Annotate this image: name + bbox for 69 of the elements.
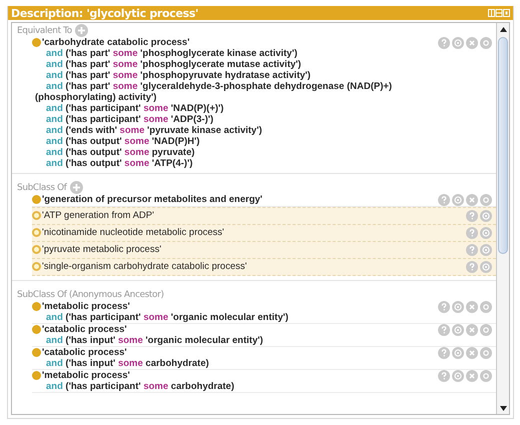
help-icon[interactable] [466, 244, 478, 256]
circle-icon[interactable] [480, 347, 492, 359]
help-icon[interactable] [438, 370, 450, 382]
expression-line: and ('ends with' some 'pyruvate kinase activity') [45, 125, 264, 136]
help-icon[interactable] [438, 301, 450, 313]
circle-icon[interactable] [480, 194, 492, 206]
section-heading: SubClass Of (Anonymous Ancestor) [17, 290, 164, 300]
edit-icon[interactable] [452, 301, 464, 313]
edit-icon[interactable] [480, 261, 492, 273]
scrollbar[interactable] [496, 23, 509, 414]
class-expression: 'catabolic process' [42, 324, 127, 335]
help-icon[interactable] [438, 37, 450, 49]
close-icon[interactable] [466, 347, 478, 359]
circle-icon[interactable] [480, 301, 492, 313]
help-icon[interactable] [466, 261, 478, 273]
expression-line: and ('has output' some pyruvate) [45, 147, 196, 158]
circle-icon[interactable] [480, 370, 492, 382]
expression-line: and ('has part' some 'phosphoglycerate kinase activity') [45, 48, 298, 59]
expression-line: and ('has output' some 'ATP(4-)') [45, 158, 194, 169]
expression-line: and ('has participant' some carbohydrate) [45, 381, 236, 392]
section-heading: Equivalent To [17, 26, 72, 36]
window-controls-icon[interactable] [488, 9, 510, 17]
class-expression: 'metabolic process' [42, 370, 130, 381]
class-expression: 'metabolic process' [42, 301, 130, 312]
help-icon[interactable] [438, 324, 450, 336]
expression-line: and ('has part' some 'glyceraldehyde-3-phosphate dehydrogenase (NAD(P)+) (phosphorylating) activity') [35, 81, 393, 103]
edit-icon[interactable] [452, 194, 464, 206]
help-icon[interactable] [438, 194, 450, 206]
add-icon[interactable] [74, 24, 88, 37]
edit-icon[interactable] [452, 347, 464, 359]
add-icon[interactable] [70, 181, 83, 194]
class-expression: 'ATP generation from ADP' [42, 210, 154, 221]
close-icon[interactable] [466, 324, 478, 336]
help-icon[interactable] [466, 210, 478, 222]
circle-icon[interactable] [480, 324, 492, 336]
edit-icon[interactable] [452, 324, 464, 336]
class-expression: 'nicotinamide nucleotide metabolic process' [42, 227, 224, 238]
class-expression: 'generation of precursor metabolites and energy' [42, 194, 262, 205]
expression-line: and ('has participant' some 'NAD(P)(+)') [45, 103, 225, 114]
panel-title: Description: 'glycolytic process' [11, 6, 198, 20]
close-icon[interactable] [466, 370, 478, 382]
expression-line: and ('has input' some 'organic molecular entity') [45, 335, 264, 346]
help-icon[interactable] [438, 347, 450, 359]
edit-icon[interactable] [452, 37, 464, 49]
bullet-icon [32, 211, 41, 220]
class-expression: 'carbohydrate catabolic process' [42, 37, 190, 48]
close-icon[interactable] [466, 301, 478, 313]
bullet-icon [32, 262, 41, 271]
class-expression: 'pyruvate metabolic process' [42, 244, 162, 255]
class-expression: 'single-organism carbohydrate catabolic process' [42, 261, 247, 272]
scrollbar-thumb[interactable] [498, 37, 508, 254]
edit-icon[interactable] [452, 370, 464, 382]
class-expression: 'catabolic process' [42, 347, 127, 358]
expression-line: and ('has output' some 'NAD(P)H') [45, 136, 201, 147]
bullet-icon [32, 228, 41, 237]
expression-line: and ('has part' some 'phosphoglycerate mutase activity') [45, 59, 302, 70]
edit-icon[interactable] [480, 227, 492, 239]
circle-icon[interactable] [480, 37, 492, 49]
bullet-icon [32, 245, 41, 254]
edit-icon[interactable] [480, 244, 492, 256]
expression-line: and ('has participant' some 'ADP(3-)') [45, 114, 214, 125]
edit-icon[interactable] [480, 210, 492, 222]
section-heading: SubClass Of [17, 182, 67, 192]
close-icon[interactable] [466, 37, 478, 49]
help-icon[interactable] [466, 227, 478, 239]
expression-line: and ('has input' some carbohydrate) [45, 358, 210, 369]
close-icon[interactable] [466, 194, 478, 206]
expression-line: and ('has participant' some 'organic molecular entity') [45, 312, 290, 323]
expression-line: and ('has part' some 'phosphopyruvate hydratase activity') [45, 70, 312, 81]
